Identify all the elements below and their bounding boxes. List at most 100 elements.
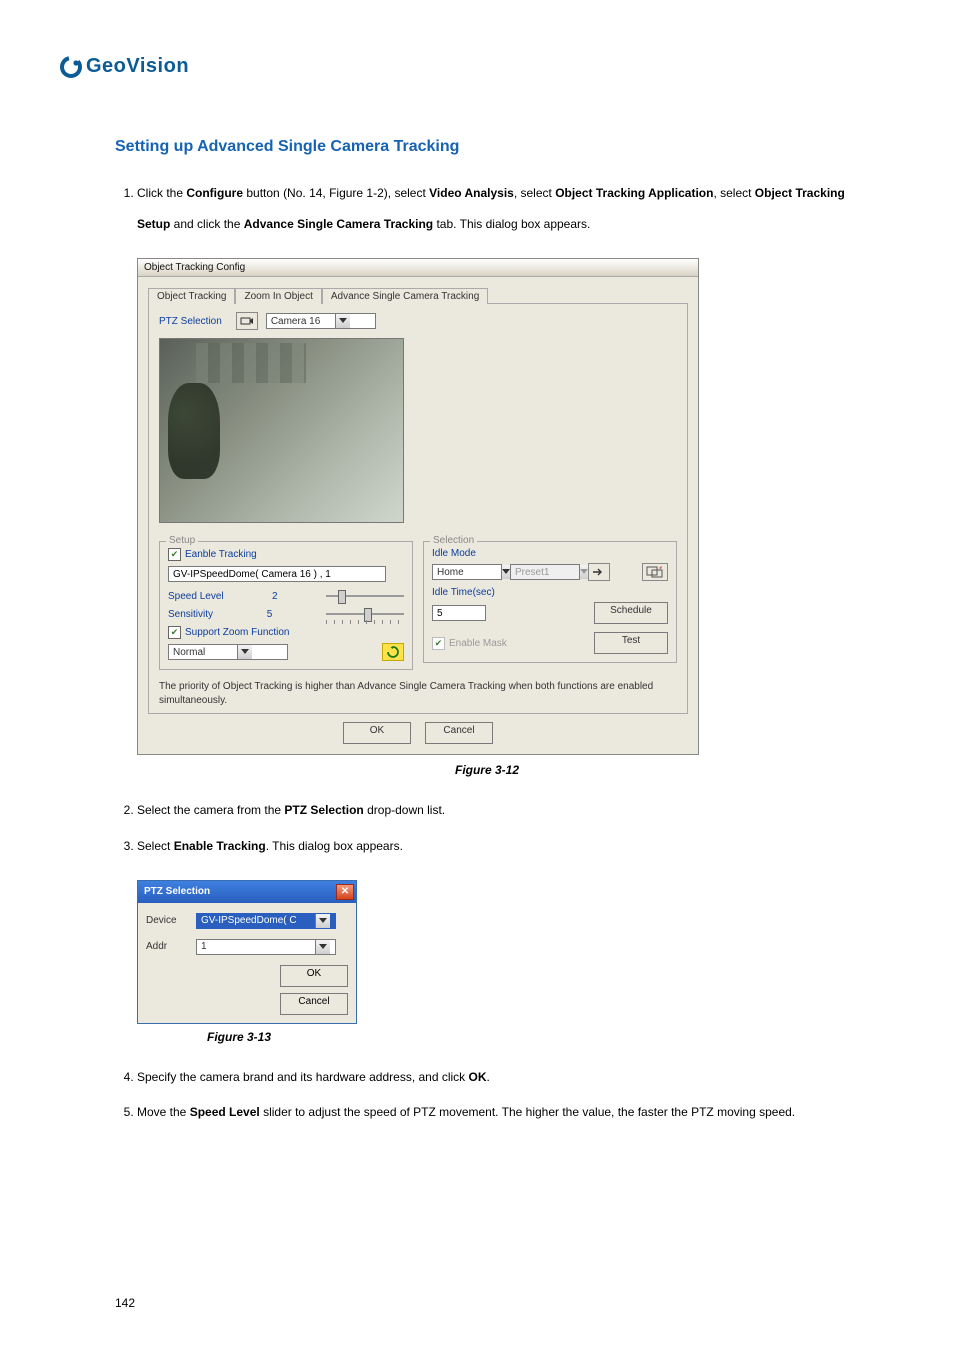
support-zoom-checkbox[interactable]: Support Zoom Function [168, 626, 290, 639]
zoom-mode-value: Normal [169, 647, 237, 658]
tab-object-tracking[interactable]: Object Tracking [148, 288, 235, 304]
t: PTZ Selection [284, 803, 363, 817]
tab-zoom-in-object[interactable]: Zoom In Object [235, 288, 321, 304]
camera-select-value: Camera 16 [267, 316, 335, 327]
addr-label: Addr [146, 941, 196, 952]
mask-tool-icon[interactable] [642, 563, 668, 581]
t: Specify the camera brand and its hardwar… [137, 1070, 469, 1084]
selection-fieldset: Selection Idle Mode Home Preset1 [423, 541, 677, 663]
device-line-input[interactable] [168, 566, 386, 582]
t: Configure [186, 186, 243, 200]
close-icon[interactable]: ✕ [336, 884, 354, 900]
enable-tracking-checkbox[interactable]: Eanble Tracking [168, 548, 257, 561]
t: tab. This dialog box appears. [433, 217, 590, 231]
enable-mask-label: Enable Mask [449, 638, 507, 649]
idle-mode-select[interactable]: Home [432, 564, 502, 580]
step-1: Click the Configure button (No. 14, Figu… [137, 178, 859, 240]
selection-legend: Selection [430, 535, 477, 546]
sensitivity-slider[interactable] [326, 606, 404, 622]
speed-level-value: 2 [272, 591, 278, 602]
zoom-mode-select[interactable]: Normal [168, 644, 288, 660]
support-zoom-label: Support Zoom Function [185, 627, 290, 638]
t: , select [514, 186, 555, 200]
refresh-icon[interactable] [382, 643, 404, 661]
brand-logo: GeoVision [60, 55, 859, 78]
t: slider to adjust the speed of PTZ moveme… [260, 1105, 795, 1119]
t: Enable Tracking [174, 839, 266, 853]
device-value: GV-IPSpeedDome( C [197, 915, 315, 926]
t: . [487, 1070, 490, 1084]
ptz-selection-dialog: PTZ Selection ✕ Device GV-IPSpeedDome( C… [137, 880, 357, 1024]
t: Speed Level [190, 1105, 260, 1119]
sensitivity-label: Sensitivity [168, 609, 213, 620]
idle-mode-value: Home [433, 567, 501, 578]
chevron-down-icon [237, 645, 252, 659]
t: and click the [170, 217, 243, 231]
ptz-device-icon[interactable] [236, 312, 258, 330]
t: OK [469, 1070, 487, 1084]
chevron-down-icon [315, 940, 330, 954]
t: drop-down list. [364, 803, 445, 817]
object-tracking-config-dialog: Object Tracking Config Object Tracking Z… [137, 258, 699, 755]
addr-value: 1 [197, 941, 315, 952]
t: Click the [137, 186, 186, 200]
go-icon[interactable] [588, 563, 610, 581]
step-3: Select Enable Tracking. This dialog box … [137, 831, 859, 862]
ok-button[interactable]: OK [343, 722, 411, 744]
test-button[interactable]: Test [594, 632, 668, 654]
step-2: Select the camera from the PTZ Selection… [137, 795, 859, 826]
section-title: Setting up Advanced Single Camera Tracki… [115, 138, 859, 156]
dialog-titlebar: PTZ Selection ✕ [138, 881, 356, 903]
cancel-button[interactable]: Cancel [425, 722, 493, 744]
setup-fieldset: Setup Eanble Tracking Speed Level 2 Sens… [159, 541, 413, 670]
idle-time-label: Idle Time(sec) [432, 587, 668, 598]
chevron-down-icon [335, 314, 350, 328]
brand-name: GeoVision [86, 55, 189, 78]
idle-time-input[interactable] [432, 605, 486, 621]
step-4: Specify the camera brand and its hardwar… [137, 1062, 859, 1093]
logo-mark-icon [60, 56, 82, 78]
camera-select[interactable]: Camera 16 [266, 313, 376, 329]
priority-note: The priority of Object Tracking is highe… [159, 680, 677, 707]
addr-select[interactable]: 1 [196, 939, 336, 955]
idle-mode-label: Idle Mode [432, 548, 668, 559]
schedule-button[interactable]: Schedule [594, 602, 668, 624]
speed-level-label: Speed Level [168, 591, 224, 602]
enable-mask-checkbox: Enable Mask [432, 637, 507, 650]
t: Advance Single Camera Tracking [244, 217, 433, 231]
dialog-titlebar: Object Tracking Config [138, 259, 698, 277]
t: , select [713, 186, 754, 200]
chevron-down-icon [579, 565, 588, 579]
t: Video Analysis [429, 186, 514, 200]
t: Select [137, 839, 174, 853]
chevron-down-icon [315, 914, 330, 928]
device-select[interactable]: GV-IPSpeedDome( C [196, 913, 336, 929]
t: . This dialog box appears. [266, 839, 403, 853]
steps-list-3: Specify the camera brand and its hardwar… [115, 1062, 859, 1128]
step-5: Move the Speed Level slider to adjust th… [137, 1097, 859, 1128]
steps-list: Click the Configure button (No. 14, Figu… [115, 178, 859, 240]
steps-list-2: Select the camera from the PTZ Selection… [115, 795, 859, 861]
setup-legend: Setup [166, 535, 198, 546]
figure-caption-2: Figure 3-13 [207, 1030, 859, 1044]
dialog-title: PTZ Selection [144, 886, 210, 897]
speed-level-slider[interactable] [326, 588, 404, 604]
preset-value: Preset1 [511, 567, 579, 578]
ok-button[interactable]: OK [280, 965, 348, 987]
cancel-button[interactable]: Cancel [280, 993, 348, 1015]
t: Select the camera from the [137, 803, 284, 817]
enable-tracking-label: Eanble Tracking [185, 549, 257, 560]
tab-row: Object Tracking Zoom In Object Advance S… [148, 285, 688, 303]
ptz-selection-label: PTZ Selection [159, 316, 222, 327]
t: Move the [137, 1105, 190, 1119]
t: Object Tracking Application [555, 186, 713, 200]
t: button (No. 14, Figure 1-2), select [243, 186, 429, 200]
preset-select: Preset1 [510, 564, 580, 580]
page-number: 142 [115, 1296, 135, 1310]
figure-caption-1: Figure 3-12 [115, 763, 859, 777]
camera-preview [159, 338, 404, 523]
device-label: Device [146, 915, 196, 926]
tab-advance-single-camera-tracking[interactable]: Advance Single Camera Tracking [322, 288, 488, 304]
sensitivity-value: 5 [267, 609, 273, 620]
chevron-down-icon [501, 565, 510, 579]
